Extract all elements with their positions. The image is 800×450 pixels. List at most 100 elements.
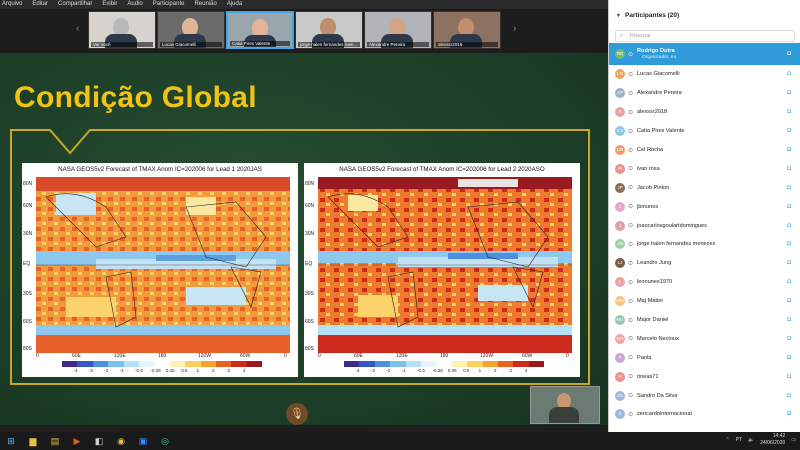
avatar: JP [615, 182, 625, 193]
search-input[interactable]: ⌕ Procurar [615, 30, 795, 42]
camera-icon[interactable]: ◘ [787, 411, 791, 417]
menu-item[interactable]: Arquivo [2, 0, 22, 9]
camera-icon[interactable]: ◘ [787, 204, 791, 210]
menu-item[interactable]: Participante [153, 0, 185, 9]
colorbar-swatch [77, 361, 93, 367]
strip-right-arrow-icon[interactable]: › [513, 23, 516, 34]
participants-panel: ▾ Participantes (20) ⌕ Procurar RD ⊙ Rodri… [608, 0, 800, 432]
participant-row[interactable]: SS ⊙ Sandro Da Silva ◘ [609, 386, 800, 405]
camera-icon[interactable]: ◘ [787, 298, 791, 304]
menu-item[interactable]: Compartilhar [58, 0, 92, 9]
camera-icon[interactable]: ◘ [787, 109, 791, 115]
camera-icon[interactable]: ◘ [787, 317, 791, 323]
video-thumbnail[interactable]: alexssr2018 [433, 11, 501, 49]
notifications-icon[interactable]: ▭ [791, 437, 796, 443]
camera-app-icon[interactable]: ◎ [154, 432, 176, 450]
participant-status-icon: ⊙ [628, 279, 634, 286]
folder-icon[interactable]: ▤ [44, 432, 66, 450]
strip-left-arrow-icon[interactable]: ‹ [76, 23, 79, 34]
menu-item[interactable]: Editar [32, 0, 48, 9]
zoom-icon[interactable]: ▣ [132, 432, 154, 450]
camera-icon[interactable]: ◘ [787, 185, 791, 191]
participant-name: Alexandre Pereira [637, 90, 682, 97]
participant-row[interactable]: J ⊙ jbmunes ◘ [609, 197, 800, 216]
participant-row[interactable]: MD ⊙ Major Daniel ◘ [609, 311, 800, 330]
self-view-video[interactable] [530, 386, 600, 424]
panel-header[interactable]: ▾ Participantes (20) [609, 0, 800, 30]
participant-row[interactable]: LJ ⊙ Leandro Jung ◘ [609, 254, 800, 273]
participant-row[interactable]: J ⊙ joaocarlosgoulartdomingues ◘ [609, 216, 800, 235]
avatar: P [615, 352, 625, 363]
participant-name: Maj Mattei [637, 298, 663, 305]
camera-icon[interactable]: ◘ [787, 166, 791, 172]
participant-row[interactable]: JM ⊙ jorge halen fernandes menezes ◘ [609, 235, 800, 254]
colorbar-swatch [482, 361, 498, 367]
system-tray: ⌃ PT 🔈 14:42 24/06/2020 ▭ [725, 433, 796, 447]
chrome-icon[interactable]: ◉ [110, 432, 132, 450]
x-tick-label: 60W [240, 353, 251, 359]
menu-item[interactable]: Áudio [127, 0, 142, 9]
camera-icon[interactable]: ◘ [787, 336, 791, 342]
participant-row[interactable]: JP ⊙ Jacob Pinton ◘ [609, 178, 800, 197]
camera-icon[interactable]: ◘ [787, 260, 791, 266]
menu-item[interactable]: Reunião [194, 0, 216, 9]
menu-item[interactable]: Ajuda [227, 0, 242, 9]
participant-row[interactable]: MN ⊙ Marcelo Nectoux ◘ [609, 329, 800, 348]
video-thumbnail[interactable]: Lucas Giacomelli [157, 11, 225, 49]
colorbar-label: -4 [73, 368, 78, 373]
participant-name: Leandro Jung [637, 260, 672, 267]
camera-icon[interactable]: ◘ [787, 51, 791, 57]
colorbar-label: -1 [119, 368, 124, 373]
participant-row[interactable]: MM ⊙ Maj Mattei ◘ [609, 292, 800, 311]
avatar: LG [615, 69, 625, 80]
participant-row[interactable]: CV ⊙ Catia Pires Valente ◘ [609, 122, 800, 141]
media-player-icon[interactable]: ▶ [66, 432, 88, 450]
colorbar-label: 0.5 [463, 368, 470, 373]
camera-icon[interactable]: ◘ [787, 279, 791, 285]
tray-up-icon[interactable]: ⌃ [725, 437, 729, 443]
participant-row[interactable]: Z ⊙ zericardointernacional ◘ [609, 405, 800, 424]
colorbar-label: -0.25 [150, 368, 161, 373]
colorbar-swatch [169, 361, 186, 367]
camera-icon[interactable]: ◘ [787, 355, 791, 361]
video-thumbnail[interactable]: Alexandre Pereira [364, 11, 432, 49]
colorbar-label: -3 [88, 368, 93, 373]
file-explorer-icon[interactable]: ▆ [22, 432, 44, 450]
video-thumbnail[interactable]: Catia Pires Valente [226, 11, 294, 49]
language-indicator[interactable]: PT [736, 437, 742, 443]
camera-icon[interactable]: ◘ [787, 90, 791, 96]
participant-row[interactable]: IR ⊙ ivan rosa ◘ [609, 159, 800, 178]
chevron-down-icon[interactable]: ▾ [617, 12, 620, 19]
camera-icon[interactable]: ◘ [787, 223, 791, 229]
windows-start-icon[interactable]: ⊞ [0, 432, 22, 450]
app-icon[interactable]: ◧ [88, 432, 110, 450]
avatar: CR [615, 145, 625, 155]
camera-icon[interactable]: ◘ [787, 241, 791, 247]
microphone-icon[interactable]: 🎙 [286, 403, 308, 425]
participant-row[interactable]: LG ⊙ Lucas Giacomelli ◘ [609, 65, 800, 84]
participant-row[interactable]: RD ⊙ Rodrigo Dutra Organizador, eu ◘ [609, 43, 800, 65]
video-thumbnail[interactable]: Ver você [88, 11, 156, 49]
camera-icon[interactable]: ◘ [787, 147, 791, 153]
avatar: R [615, 371, 625, 382]
participant-name: rineas71 [637, 373, 659, 380]
video-thumbnail[interactable]: jorge halen fernandes men... [295, 11, 363, 49]
participant-row[interactable]: CR ⊙ Cel Rocha ◘ [609, 141, 800, 160]
participant-row[interactable]: P ⊙ Paola ◘ [609, 348, 800, 367]
camera-icon[interactable]: ◘ [787, 128, 791, 134]
colorbar-label: 2 [494, 368, 497, 373]
participant-row[interactable]: A ⊙ alexssr2018 ◘ [609, 103, 800, 122]
forecast-map-lead2: NASA GEOS5v2 Forecast of TMAX Anom IC=20… [304, 163, 580, 377]
menu-item[interactable]: Exibir [102, 0, 117, 9]
clock[interactable]: 14:42 24/06/2020 [760, 433, 785, 447]
avatar: AP [615, 88, 625, 99]
participant-name: Paola [637, 354, 652, 361]
camera-icon[interactable]: ◘ [787, 393, 791, 399]
participant-row[interactable]: L ⊙ leonunes1970 ◘ [609, 273, 800, 292]
participant-status-icon: ⊙ [628, 109, 634, 116]
participant-row[interactable]: R ⊙ rineas71 ◘ [609, 367, 800, 386]
participant-row[interactable]: AP ⊙ Alexandre Pereira ◘ [609, 84, 800, 103]
volume-icon[interactable]: 🔈 [748, 437, 754, 443]
camera-icon[interactable]: ◘ [787, 374, 791, 380]
camera-icon[interactable]: ◘ [787, 71, 791, 77]
